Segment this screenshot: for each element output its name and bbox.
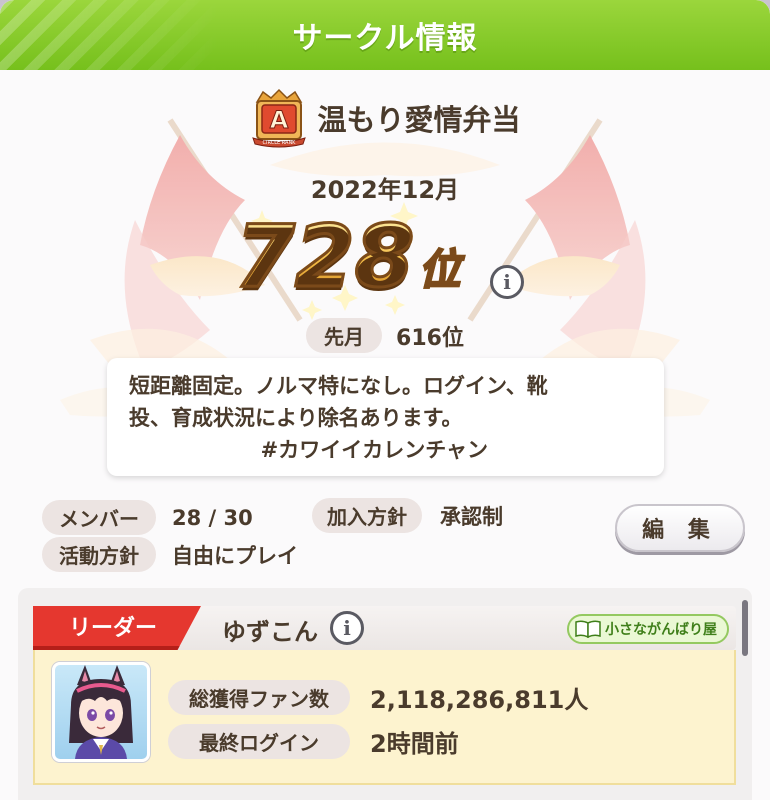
activity-value: 自由にプレイ xyxy=(172,543,298,568)
activity-label: 活動方針 xyxy=(42,537,156,572)
badge-letter: A xyxy=(270,106,289,134)
join-policy-value: 承認制 xyxy=(440,504,503,529)
fans-value: 2,118,286,811人 xyxy=(370,686,589,714)
leader-avatar[interactable] xyxy=(52,662,150,762)
last-login-row: 最終ログイン 2時間前 xyxy=(168,724,459,759)
dialog-title: サークル情報 xyxy=(292,21,478,56)
last-month-label: 先月 xyxy=(306,318,383,353)
fans-label: 総獲得ファン数 xyxy=(168,680,350,715)
circle-description: 短距離固定。ノルマ特になし。ログイン、靴 投、育成状況により除名あります。 #カ… xyxy=(107,358,664,476)
book-icon xyxy=(575,620,601,638)
rank-info-icon[interactable]: i xyxy=(490,265,524,299)
members-row: メンバー 28 / 30 xyxy=(42,500,253,535)
fans-row: 総獲得ファン数 2,118,286,811人 xyxy=(168,680,588,715)
leader-title-text: 小さながんばり屋 xyxy=(605,622,717,638)
rank-number: 728 xyxy=(234,207,417,307)
members-label: メンバー xyxy=(42,500,156,535)
join-policy-row: 加入方針 承認制 xyxy=(312,498,503,533)
last-login-label: 最終ログイン xyxy=(168,724,350,759)
join-policy-label: 加入方針 xyxy=(312,498,422,533)
members-value: 28 / 30 xyxy=(172,505,253,530)
last-login-value: 2時間前 xyxy=(370,730,459,758)
badge-caption: CIRCLE RANK xyxy=(263,140,297,146)
last-month-value: 616位 xyxy=(396,325,464,351)
leader-info-icon[interactable]: i xyxy=(330,611,364,645)
character-portrait xyxy=(69,665,133,759)
header-stripes xyxy=(0,0,220,70)
rank-suffix: 位 xyxy=(418,236,462,297)
activity-row: 活動方針 自由にプレイ xyxy=(42,537,298,572)
dialog-header: サークル情報 xyxy=(0,0,770,70)
circle-info-dialog: サークル情報 A CIRCLE RANK 温もり愛情弁当 2022年12月 72… xyxy=(0,0,770,800)
ranking-month: 2022年12月 xyxy=(310,176,460,204)
leader-tag: リーダー xyxy=(33,606,201,650)
circle-name-row: A CIRCLE RANK 温もり愛情弁当 xyxy=(0,88,770,148)
scrollbar[interactable] xyxy=(742,600,748,656)
leader-name: ゆずこん xyxy=(222,618,318,646)
last-month-rank: 先月 616位 xyxy=(0,318,770,353)
circle-name: 温もり愛情弁当 xyxy=(317,103,521,137)
leader-title-badge: 小さながんばり屋 xyxy=(567,614,729,644)
edit-button[interactable]: 編 集 xyxy=(615,504,745,552)
circle-rank-badge-icon: A CIRCLE RANK xyxy=(252,88,307,148)
rank-display: 728 位 xyxy=(234,205,462,307)
